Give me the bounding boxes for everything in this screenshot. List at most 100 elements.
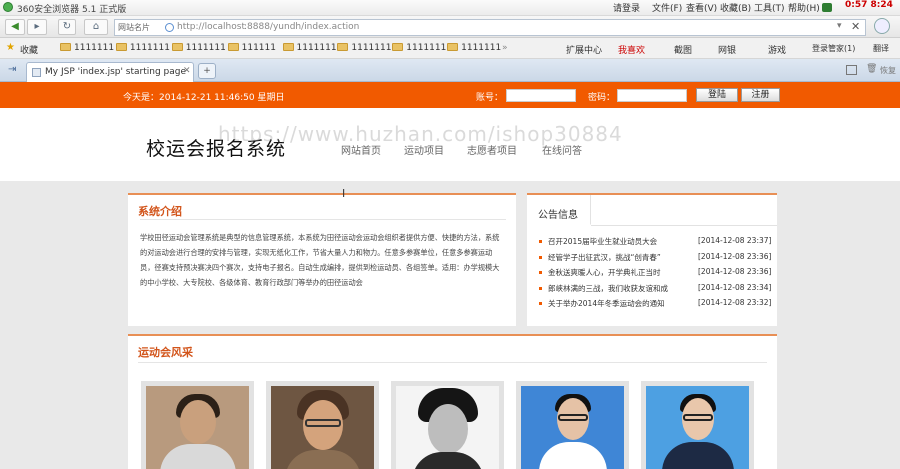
list-item[interactable]: 郎峡林满的三战，我们收获友谊和成 [2014-12-08 23:34] [537, 282, 777, 298]
site-top-bar: 今天是：2014-12-21 11:46:50 星期日 账号： 密码： 登陆 注… [0, 82, 900, 108]
ext-center-button[interactable]: 扩展中心 [566, 43, 602, 56]
clock-readout: 0:57 8:24 [845, 0, 893, 10]
shirt-icon[interactable] [822, 3, 832, 12]
new-tab-button[interactable]: + [198, 63, 216, 79]
bullet-icon [539, 240, 542, 243]
divider [591, 225, 777, 226]
folder-icon [282, 43, 294, 51]
menu-item-favorites[interactable]: 收藏(B) [720, 1, 751, 14]
menu-item-login[interactable]: 请登录 [613, 1, 640, 14]
bullet-icon [539, 302, 542, 305]
password-input[interactable] [617, 89, 687, 102]
ext-bank-button[interactable]: 网银 [718, 43, 736, 56]
intro-text: 学校田径运动会管理系统是典型的信息管理系统，本系统为田径运动会运动会组织者提供方… [140, 233, 500, 287]
bookmark-folder[interactable]: 1111111 [392, 43, 446, 53]
gallery-photo[interactable] [141, 381, 254, 469]
bookmark-folder[interactable]: 1111111 [171, 43, 226, 53]
photo-image [146, 386, 249, 469]
list-item[interactable]: 召开2015届毕业生就业动员大会 [2014-12-08 23:37] [537, 235, 777, 251]
site-card-label[interactable]: 网站名片 [118, 22, 150, 33]
text-cursor-icon: I [342, 187, 346, 200]
browser-title-bar: 360安全浏览器 5.1 正式版 请登录 文件(F) 查看(V) 收藏(B) 工… [0, 0, 900, 16]
notice-panel: 公告信息 召开2015届毕业生就业动员大会 [2014-12-08 23:37] … [527, 193, 777, 326]
star-icon: ★ [6, 42, 15, 53]
divider [138, 362, 767, 363]
shirt [662, 442, 734, 469]
gallery-photo[interactable] [391, 381, 504, 469]
folder-icon [337, 43, 349, 51]
back-button[interactable]: ◀ [5, 19, 25, 35]
close-url-icon[interactable]: ✕ [851, 20, 860, 33]
bullet-icon [539, 286, 542, 290]
ext-translate-button[interactable]: 翻译 [873, 43, 889, 54]
intro-title: 系统介绍 [138, 205, 182, 218]
current-date: 今天是：2014-12-21 11:46:50 星期日 [123, 93, 285, 103]
ext-game-button[interactable]: 游戏 [768, 43, 786, 56]
restore-label[interactable]: 恢复 [880, 65, 896, 76]
folder-icon [115, 43, 127, 51]
ext-like-button[interactable]: 我喜欢 [618, 43, 645, 56]
browser-nav-bar: ◀ ▸ ↻ ⌂ 网站名片 http://localhost :8888/yund… [0, 16, 900, 38]
forward-button[interactable]: ▸ [27, 19, 47, 35]
folder-icon [227, 43, 239, 51]
browser-logo-icon [3, 2, 13, 12]
gallery-photo[interactable] [516, 381, 629, 469]
notice-tab[interactable]: 公告信息 [527, 195, 591, 225]
ext-screenshot-button[interactable]: 截图 [674, 43, 692, 56]
address-bar[interactable]: 网站名片 http://localhost :8888/yundh/index.… [114, 19, 866, 36]
shirt [539, 442, 607, 469]
bookmark-folder[interactable]: 1111111 [282, 43, 337, 53]
register-button[interactable]: 注册 [741, 88, 780, 102]
watermark: https://www.huzhan.com/ishop30884 [218, 122, 623, 146]
gallery-photo[interactable] [641, 381, 754, 469]
bookmark-folder[interactable]: 111111 [227, 43, 280, 53]
dropdown-icon[interactable]: ▾ [837, 21, 842, 31]
gallery-photo[interactable] [266, 381, 379, 469]
bookmark-bar: ★ 收藏 1111111 1111111 1111111 111111 1111… [0, 38, 900, 59]
refresh-icon[interactable]: ↻ [58, 19, 76, 35]
list-item[interactable]: 金秋送爽暖人心，开学典礼正当时 [2014-12-08 23:36] [537, 266, 777, 282]
more-bookmarks-icon[interactable]: » [502, 43, 508, 53]
shirt [160, 444, 236, 469]
menu-item-tools[interactable]: 工具(T) [754, 1, 785, 14]
divider [140, 219, 506, 220]
account-input[interactable] [506, 89, 576, 102]
folder-icon [447, 43, 459, 51]
bookmark-folder[interactable]: 1111111 [337, 43, 391, 53]
bullet-icon [539, 271, 542, 274]
password-label: 密码： [588, 93, 616, 103]
menu-item-help[interactable]: 帮助(H) [788, 1, 820, 14]
window-restore-icon[interactable] [846, 65, 857, 75]
notice-title: 公告信息 [538, 210, 578, 221]
folder-icon [60, 43, 71, 51]
home-icon[interactable]: ⌂ [84, 19, 108, 35]
site-header: 校运会报名系统 网站首页 运动项目 志愿者项目 在线问答 https://www… [0, 108, 900, 181]
photo-image [396, 386, 499, 469]
trash-icon[interactable]: 🗑 [866, 64, 877, 74]
ext-login-manager-button[interactable]: 登录管家(1) [812, 43, 855, 54]
favorites-menu[interactable]: 收藏 [20, 43, 38, 56]
page-icon [32, 68, 41, 77]
tab-close-icon[interactable]: ✕ [183, 66, 191, 76]
menu-item-file[interactable]: 文件(F) [652, 1, 682, 14]
intro-panel: 系统介绍 学校田径运动会管理系统是典型的信息管理系统，本系统为田径运动会运动会组… [128, 193, 516, 326]
security-shield-icon[interactable] [874, 18, 890, 34]
glasses [305, 419, 341, 427]
sidebar-toggle-icon[interactable]: ⇥ [8, 64, 16, 75]
tab-title: My JSP 'index.jsp' starting page [45, 67, 187, 77]
gallery-title: 运动会风采 [138, 346, 193, 359]
bookmark-folder[interactable]: 1111111 [115, 43, 170, 53]
login-button[interactable]: 登陆 [696, 88, 738, 102]
folder-icon [392, 43, 404, 51]
bookmark-folder[interactable]: 1111111 [60, 43, 114, 53]
folder-icon [171, 43, 183, 51]
shirt [285, 450, 361, 469]
list-item[interactable]: 经管学子出征武汉，挑战“创青春” [2014-12-08 23:36] [537, 251, 777, 267]
photo-image [271, 386, 374, 469]
face [180, 400, 216, 444]
bookmark-folder[interactable]: 1111111 [447, 43, 501, 53]
menu-item-view[interactable]: 查看(V) [686, 1, 717, 14]
tab-active[interactable]: My JSP 'index.jsp' starting page ✕ [26, 62, 194, 82]
page-globe-icon [165, 23, 174, 32]
list-item[interactable]: 关于举办2014年冬季运动会的通知 [2014-12-08 23:32] [537, 297, 777, 313]
